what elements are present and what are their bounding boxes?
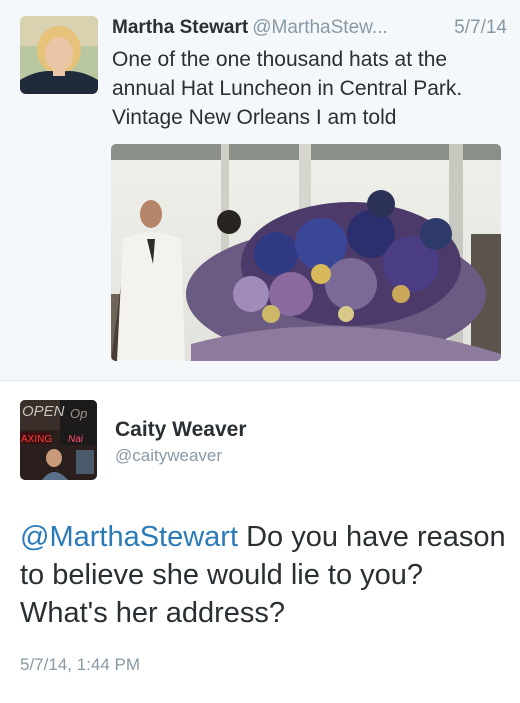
avatar-caity[interactable]: OPEN Op AXING Nai — [20, 400, 97, 480]
avatar-martha[interactable] — [20, 16, 98, 94]
tweet-timestamp[interactable]: 5/7/14, 1:44 PM — [20, 655, 140, 675]
author-handle-caity[interactable]: @caityweaver — [115, 446, 222, 466]
avatar-sign-axing: AXING — [21, 434, 52, 445]
avatar-caity-image: OPEN Op AXING Nai — [20, 400, 97, 480]
tweet-divider — [0, 380, 520, 381]
author-name[interactable]: Martha Stewart — [112, 17, 248, 38]
avatar-sign-nai: Nai — [68, 434, 84, 445]
tweet-text: One of the one thousand hats at the annu… — [112, 48, 463, 129]
tweet-header: Martha Stewart @MarthaStew... 5/7/14 — [112, 16, 507, 40]
avatar-sign-open: OPEN — [22, 403, 65, 420]
author-handle[interactable]: @MarthaStew... — [252, 17, 387, 38]
avatar-martha-image — [20, 16, 98, 94]
hat-photo-image — [111, 144, 501, 361]
tweet-text-caity: @MarthaStewart Do you have reason to bel… — [20, 518, 510, 632]
mention-link[interactable]: @MarthaStewart — [20, 521, 238, 553]
author-name-caity[interactable]: Caity Weaver — [115, 418, 247, 442]
avatar-sign-op: Op — [70, 406, 87, 421]
tweet-photo[interactable] — [111, 144, 501, 361]
tweet-date[interactable]: 5/7/14 — [454, 16, 507, 40]
